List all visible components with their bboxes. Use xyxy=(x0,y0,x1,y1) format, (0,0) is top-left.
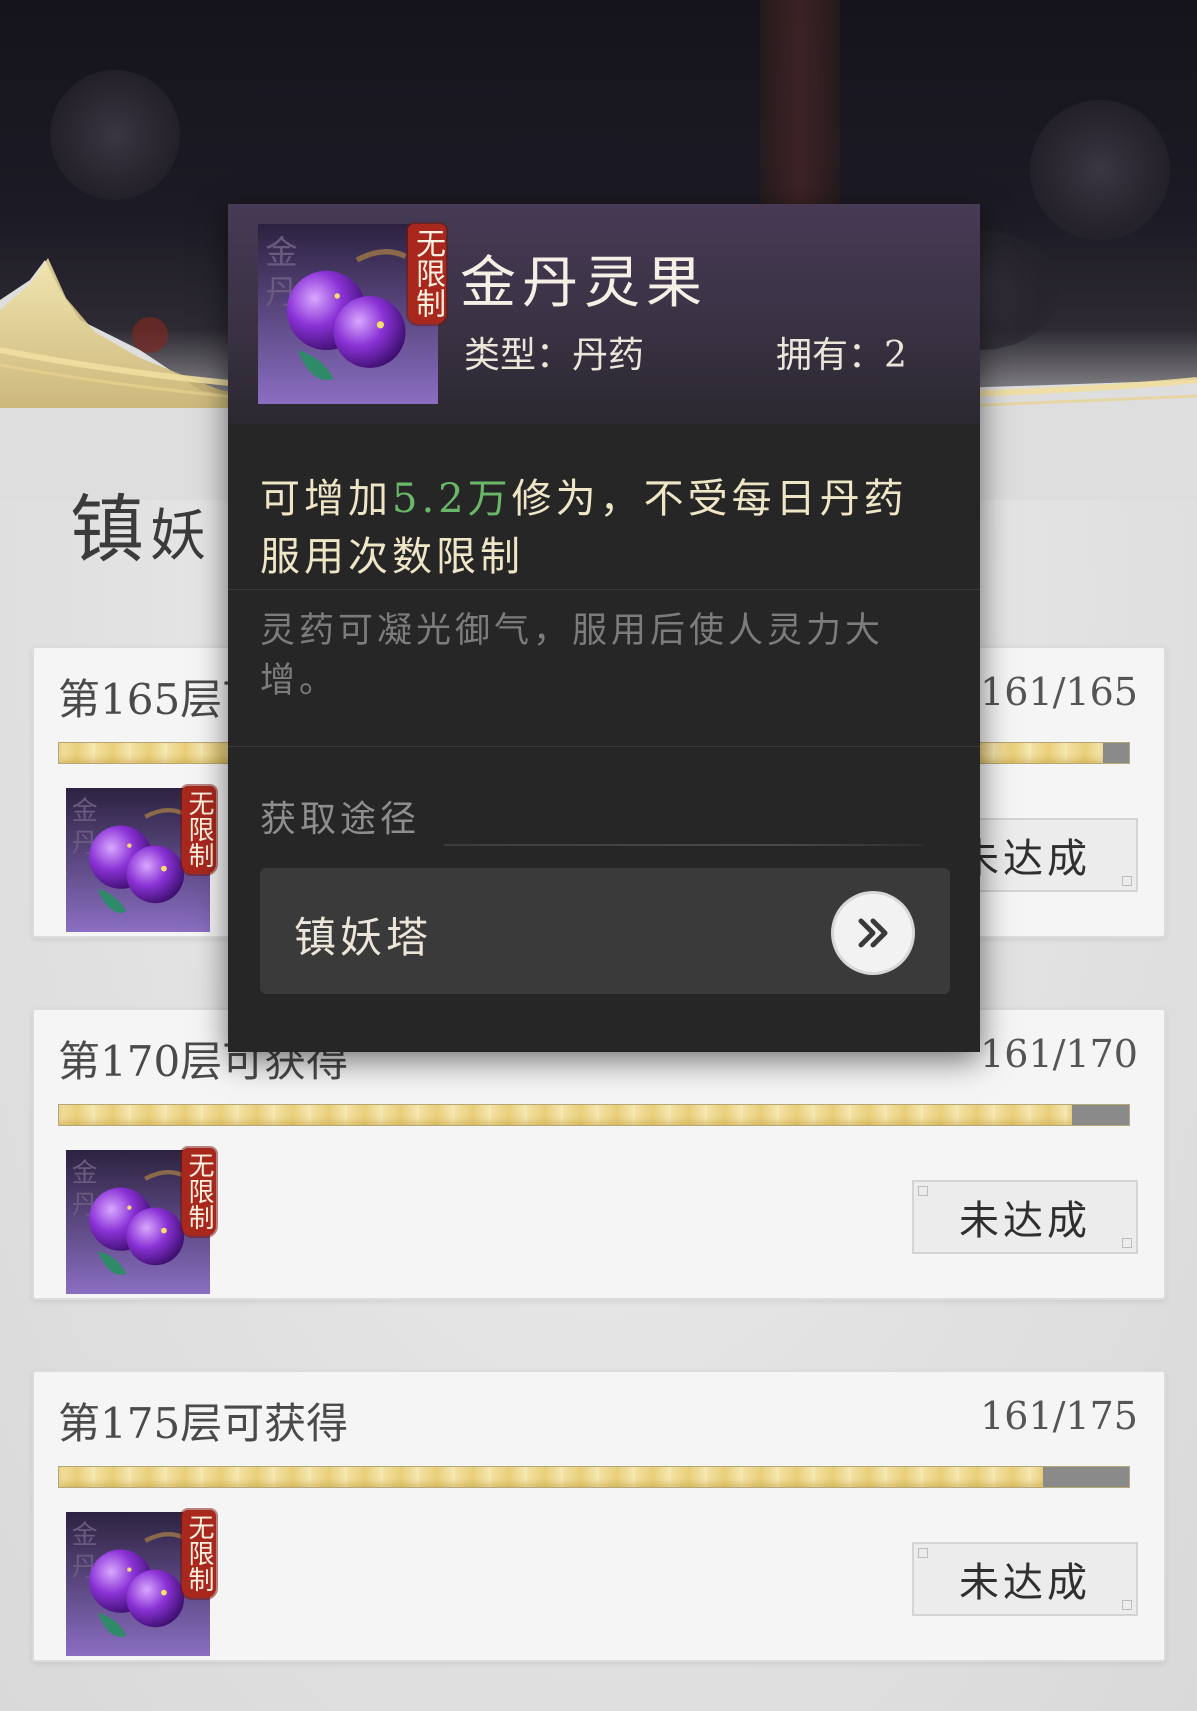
status-button[interactable]: 未达成 xyxy=(912,1542,1138,1616)
svg-text:金: 金 xyxy=(72,1521,98,1551)
source-label: 镇妖塔 xyxy=(294,913,433,962)
page-title: 镇妖 xyxy=(70,470,212,577)
reward-item-icon[interactable]: 金 丹 无限制 xyxy=(66,1148,216,1294)
source-section-title: 获取途径 xyxy=(260,799,421,840)
item-owned-count: 拥有：2 xyxy=(776,335,907,376)
svg-text:金: 金 xyxy=(72,797,98,827)
source-row-tower[interactable]: 镇妖塔 xyxy=(260,868,950,994)
item-effect: 可增加5.2万修为，不受每日丹药服用次数限制 xyxy=(260,470,950,586)
reward-card-count: 161/175 xyxy=(980,1394,1138,1438)
reward-item-icon[interactable]: 金 丹 无限制 xyxy=(66,786,216,932)
page-title-large: 镇 xyxy=(70,487,150,573)
progress-bar xyxy=(58,1104,1130,1126)
unlimited-badge: 无限制 xyxy=(182,786,216,874)
svg-text:金: 金 xyxy=(265,234,297,272)
unlimited-badge: 无限制 xyxy=(408,224,446,324)
popup-item-icon: 金 丹 无限制 xyxy=(258,224,446,404)
item-type: 类型：丹药 xyxy=(464,335,645,376)
background-lamp xyxy=(1030,100,1170,240)
reward-card: 第175层可获得 161/175 金 丹 无限制 未达成 xyxy=(32,1370,1166,1662)
double-chevron-right-icon xyxy=(858,918,888,948)
reward-card-count: 161/165 xyxy=(980,670,1138,714)
background-pillar xyxy=(760,0,840,220)
page-title-small: 妖 xyxy=(150,504,212,569)
effect-highlight-value: 5.2万 xyxy=(392,476,512,522)
reward-item-icon[interactable]: 金 丹 无限制 xyxy=(66,1510,216,1656)
unlimited-badge: 无限制 xyxy=(182,1510,216,1598)
go-button[interactable] xyxy=(834,894,912,972)
effect-prefix: 可增加 xyxy=(260,476,392,522)
divider xyxy=(228,746,980,747)
reward-card-title: 第175层可获得 xyxy=(58,1399,349,1448)
divider xyxy=(228,589,980,590)
popup-header: 金 丹 无限制 金丹灵果 类型：丹药 拥有：2 xyxy=(228,204,980,424)
source-title-underline xyxy=(444,844,924,846)
svg-text:金: 金 xyxy=(72,1159,98,1189)
progress-bar xyxy=(58,1466,1130,1488)
item-name: 金丹灵果 xyxy=(460,251,708,316)
status-button[interactable]: 未达成 xyxy=(912,1180,1138,1254)
background-lamp xyxy=(50,70,180,200)
reward-card-count: 161/170 xyxy=(980,1032,1138,1076)
progress-fill xyxy=(59,1467,1044,1487)
unlimited-badge: 无限制 xyxy=(182,1148,216,1236)
item-detail-popup[interactable]: 金 丹 无限制 金丹灵果 类型：丹药 拥有：2 可增加5.2万修为，不受每日丹药… xyxy=(228,204,980,1052)
item-description: 灵药可凝光御气，服用后使人灵力大增。 xyxy=(260,611,885,701)
progress-fill xyxy=(59,1105,1073,1125)
